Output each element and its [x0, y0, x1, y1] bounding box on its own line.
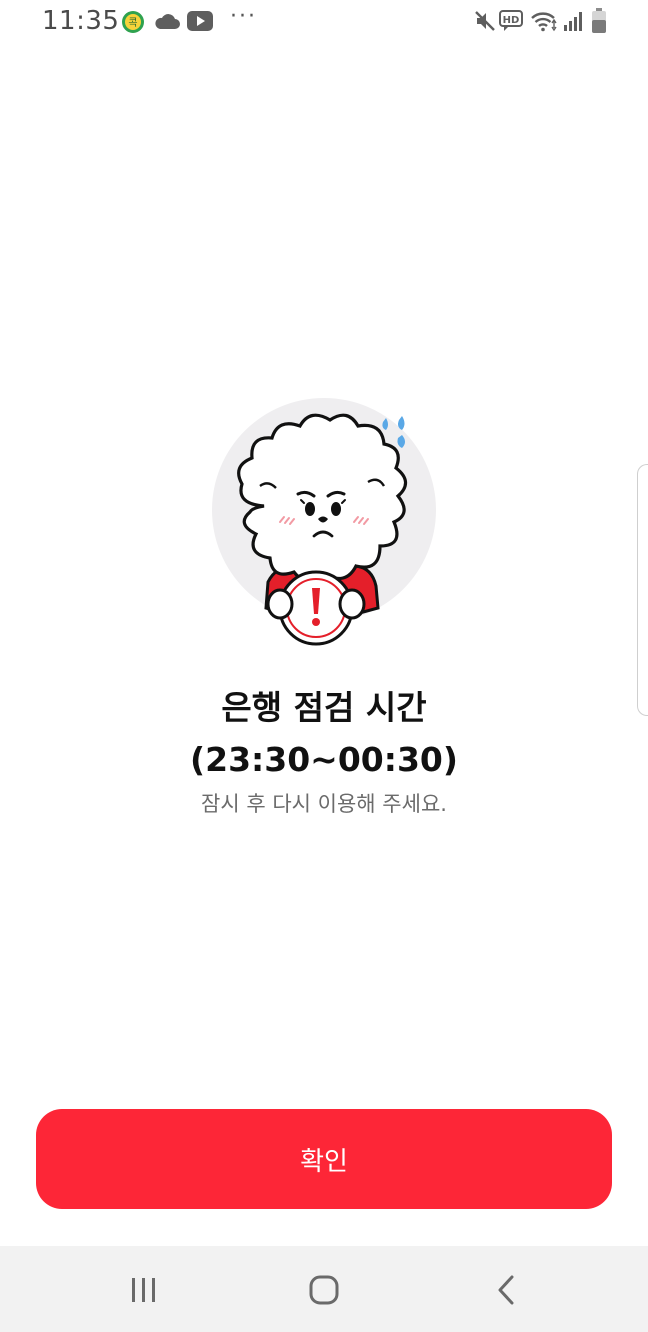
- kakao-app-icon: 콕: [122, 11, 144, 33]
- hd-voice-icon: HD: [499, 10, 523, 31]
- navigation-bar: [0, 1246, 648, 1332]
- recent-apps-button[interactable]: [122, 1268, 166, 1312]
- more-dots-icon: ···: [230, 4, 257, 29]
- status-bar: 11:35 콕 ··· HD: [0, 0, 648, 44]
- confirm-button[interactable]: 확인: [36, 1109, 612, 1209]
- confirm-button-label: 확인: [300, 1146, 348, 1177]
- svg-text:HD: HD: [503, 15, 520, 26]
- wifi-icon: [531, 12, 557, 32]
- youtube-icon: [187, 11, 213, 31]
- home-button[interactable]: [302, 1268, 346, 1312]
- back-icon: [498, 1275, 514, 1305]
- maintenance-time-range: (23:30~00:30): [190, 740, 458, 779]
- worried-poodle-illustration: [212, 398, 436, 646]
- recent-apps-icon: [132, 1278, 155, 1302]
- edge-panel-handle[interactable]: [637, 464, 648, 716]
- back-button[interactable]: [484, 1268, 528, 1312]
- mute-icon: [475, 11, 495, 31]
- battery-icon: [592, 8, 606, 33]
- svg-text:콕: 콕: [128, 17, 137, 29]
- signal-icon: [564, 12, 582, 31]
- home-icon: [309, 1275, 339, 1305]
- page-subtitle: 잠시 후 다시 이용해 주세요.: [201, 792, 447, 816]
- status-time: 11:35: [42, 6, 120, 36]
- cloud-icon: [155, 14, 180, 29]
- page-title: 은행 점검 시간: [221, 688, 427, 727]
